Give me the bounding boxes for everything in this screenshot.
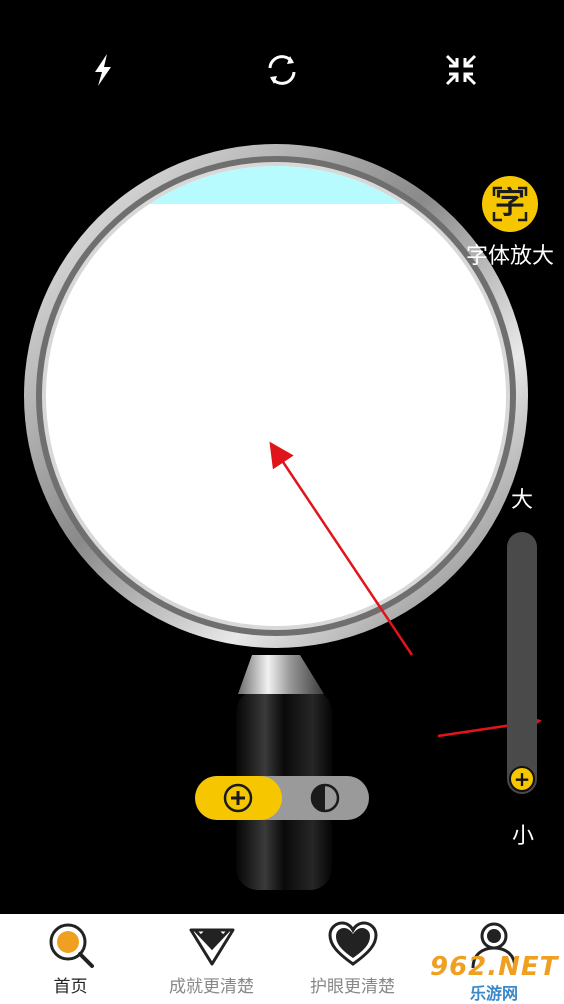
magnifier-neck	[238, 655, 324, 694]
tab-home[interactable]: 首页	[0, 914, 141, 1004]
collapse-icon	[445, 54, 477, 86]
switch-camera-button[interactable]	[260, 48, 304, 92]
flash-button[interactable]	[81, 48, 125, 92]
watermark-sub: 乐游网	[470, 984, 519, 1003]
tab-eye-care-label: 护眼更清楚	[310, 977, 395, 997]
heart-icon	[328, 921, 378, 966]
magnifier-icon	[49, 923, 94, 968]
tab-achievement[interactable]: 成就更清楚	[141, 914, 282, 1004]
rotate-camera-icon	[268, 55, 296, 85]
watermark: 962.NET 乐游网	[424, 950, 560, 1003]
tab-eye-care[interactable]: 护眼更清楚	[282, 914, 423, 1004]
contrast-icon	[310, 783, 340, 813]
zoom-max-label: 大	[511, 488, 534, 513]
flash-icon	[95, 54, 111, 86]
tab-home-label: 首页	[53, 977, 88, 997]
mode-toggle[interactable]	[195, 776, 369, 820]
watermark-text: 962.NET	[430, 952, 559, 982]
mode-contrast-option[interactable]	[282, 776, 369, 820]
zoom-in-icon	[223, 783, 253, 813]
tab-achievement-label: 成就更清楚	[169, 977, 254, 997]
font-zoom-button[interactable]: 字 字体放大	[462, 176, 558, 270]
font-zoom-glyph: 字	[495, 186, 525, 221]
zoom-min-label: 小	[512, 824, 535, 849]
collapse-button[interactable]	[439, 48, 483, 92]
font-zoom-badge: 字	[482, 176, 538, 232]
font-zoom-label: 字体放大	[465, 244, 554, 269]
lens-tint-band	[46, 166, 506, 204]
zoom-slider[interactable]: +	[507, 532, 537, 794]
mode-zoom-option[interactable]	[195, 776, 282, 820]
top-toolbar	[0, 40, 564, 100]
zoom-slider-thumb[interactable]: +	[509, 766, 535, 792]
diamond-icon	[189, 928, 235, 966]
plus-icon: +	[513, 767, 531, 791]
